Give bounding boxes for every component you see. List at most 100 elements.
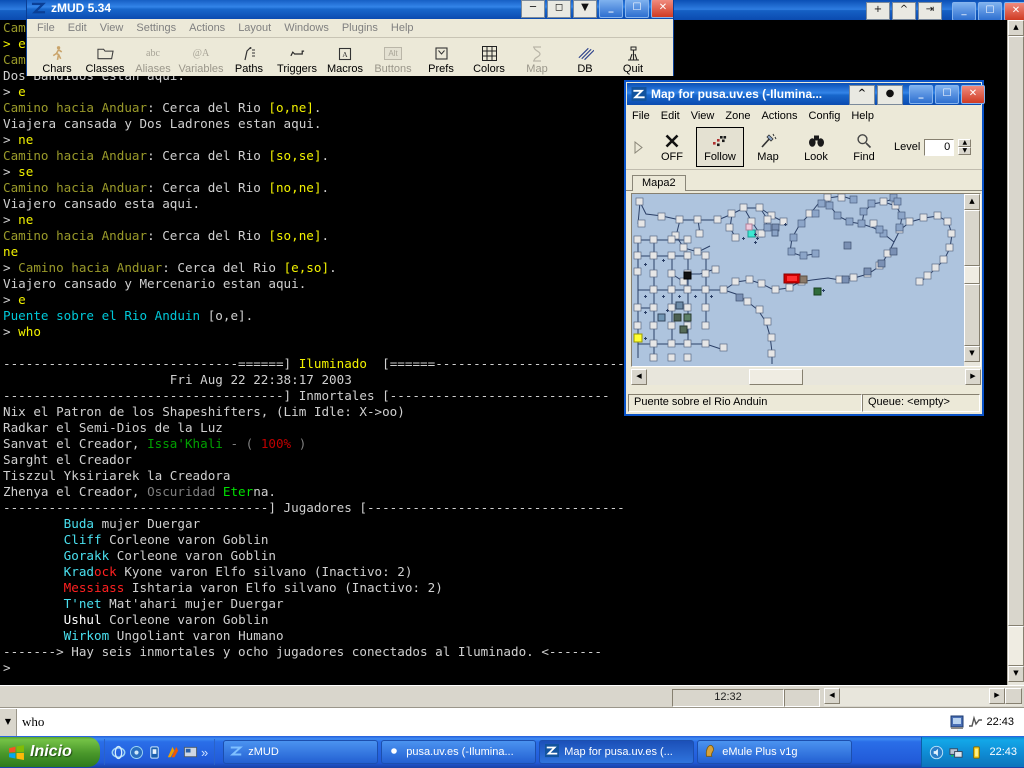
map-maximize-button[interactable]: ☐: [935, 85, 959, 104]
resize-grip[interactable]: [1005, 688, 1022, 704]
mud-line: Radkar el Semi-Dios de la Luz: [3, 420, 223, 435]
zmud-menu-help[interactable]: Help: [391, 22, 414, 34]
map-menu-file[interactable]: File: [632, 110, 650, 122]
mud-vertical-scrollbar[interactable]: ▲ ▼: [1007, 20, 1024, 685]
map-toolbar-follow-button[interactable]: Follow: [696, 127, 744, 167]
start-button[interactable]: Inicio: [0, 737, 100, 767]
maximize-button[interactable]: ☐: [978, 2, 1002, 21]
map-pin-button[interactable]: ●: [877, 85, 903, 105]
command-input[interactable]: [17, 707, 951, 737]
command-history-dropdown-icon[interactable]: ▼: [0, 708, 17, 736]
winamp-icon[interactable]: [165, 745, 180, 760]
level-spin-up-icon[interactable]: ▲: [958, 139, 972, 147]
zmud-mdi-restore-button[interactable]: ─: [521, 0, 545, 18]
map-toolbar-map-button[interactable]: Map: [744, 127, 792, 167]
zmud-toolbar-buttons-button[interactable]: Alt Buttons: [369, 40, 417, 76]
zmud-menu-edit[interactable]: Edit: [68, 22, 87, 34]
zmud-menu-view[interactable]: View: [100, 22, 124, 34]
taskbar-button[interactable]: zMUD: [223, 740, 379, 764]
battery-icon[interactable]: [969, 745, 984, 760]
map-minimize-button[interactable]: _: [909, 85, 933, 104]
ie-icon[interactable]: [111, 745, 126, 760]
scroll-left-icon[interactable]: ◀: [824, 688, 840, 704]
volume-icon[interactable]: [929, 745, 944, 760]
dot-icon: [387, 744, 401, 761]
zmud-mdi-maximize-button[interactable]: ◻: [547, 0, 571, 18]
zmud-toolbar-aliases-button[interactable]: abc Aliases: [129, 40, 177, 76]
zmud-maximize-button[interactable]: ☐: [625, 0, 649, 18]
media-icon[interactable]: [129, 745, 144, 760]
zmud-toolbar-classes-button[interactable]: Classes: [81, 40, 129, 76]
map-graph: [633, 194, 956, 364]
mud-command-row: ▼ 22:43: [0, 707, 1024, 737]
zmud-mdi-buttons: ─ ◻ ▼: [521, 0, 597, 18]
zmud-toolbar-quit-button[interactable]: Quit: [609, 40, 657, 76]
map-menu-zone[interactable]: Zone: [725, 110, 750, 122]
taskbar-button[interactable]: eMule Plus v1g: [697, 740, 853, 764]
map-scroll-up-icon[interactable]: ▲: [964, 194, 980, 210]
map-menu-actions[interactable]: Actions: [761, 110, 797, 122]
network-icon[interactable]: [949, 745, 964, 760]
zmud-menu-layout[interactable]: Layout: [238, 22, 271, 34]
map-toolbar-off-button[interactable]: OFF: [648, 127, 696, 167]
zmud-minimize-button[interactable]: _: [599, 0, 623, 18]
zmud-menu-actions[interactable]: Actions: [189, 22, 225, 34]
map-menu-config[interactable]: Config: [809, 110, 841, 122]
taskbar-button[interactable]: pusa.uv.es (-Ilumina...: [381, 740, 537, 764]
zmud-mdi-close-button[interactable]: ▼: [573, 0, 597, 18]
map-close-button[interactable]: ✕: [961, 85, 985, 104]
scroll-right-icon[interactable]: ▶: [989, 688, 1005, 704]
zmud-toolbar-colors-button[interactable]: Colors: [465, 40, 513, 76]
mdi-maximize-button[interactable]: ^: [892, 2, 916, 20]
map-toolbar-find-button[interactable]: Find: [840, 127, 888, 167]
zmud-toolbar-variables-button[interactable]: @A Variables: [177, 40, 225, 76]
map-app-icon: [631, 87, 647, 102]
zmud-toolbar-map-button[interactable]: Map: [513, 40, 561, 76]
zmud-menu-file[interactable]: File: [37, 22, 55, 34]
zmud-menu-plugins[interactable]: Plugins: [342, 22, 378, 34]
zmud-toolbar-chars-button[interactable]: Chars: [33, 40, 81, 76]
map-menu-edit[interactable]: Edit: [661, 110, 680, 122]
mud-horizontal-scrollbar[interactable]: ◀ ▶: [824, 688, 1022, 706]
zmud-toolbar-triggers-button[interactable]: Triggers: [273, 40, 321, 76]
chevrons-icon[interactable]: »: [201, 745, 208, 760]
close-button[interactable]: ✕: [1004, 2, 1024, 21]
zmud-titlebar[interactable]: zMUD 5.34 ─ ◻ ▼ _ ☐ ✕: [27, 0, 673, 19]
zmud-menu-settings[interactable]: Settings: [136, 22, 176, 34]
map-rollup-button[interactable]: ^: [849, 85, 875, 105]
zmud-close-button[interactable]: ✕: [651, 0, 673, 18]
toolbar-handle[interactable]: [628, 140, 648, 154]
wand-icon: [760, 131, 777, 151]
map-toolbar-label: Follow: [704, 150, 736, 163]
map-toolbar-look-button[interactable]: Look: [792, 127, 840, 167]
mdi-restore-button[interactable]: +: [866, 2, 890, 20]
level-spinner[interactable]: ▲ ▼: [958, 139, 972, 155]
map-scroll-left-icon[interactable]: ◀: [631, 368, 647, 385]
minimize-button[interactable]: _: [952, 2, 976, 21]
map-horizontal-scrollbar[interactable]: ◀ ▶: [631, 368, 981, 385]
mud-line: -------> Hay seis inmortales y ocho juga…: [3, 644, 602, 659]
map-titlebar[interactable]: Map for pusa.uv.es (-Ilumina... ^ ● _ ☐ …: [627, 83, 985, 105]
map-scroll-down-icon[interactable]: ▼: [964, 346, 980, 362]
zmud-menu-windows[interactable]: Windows: [284, 22, 329, 34]
level-value[interactable]: 0: [924, 138, 955, 156]
zmud-toolbar-macros-button[interactable]: A Macros: [321, 40, 369, 76]
map-menu-help[interactable]: Help: [851, 110, 874, 122]
scroll-down-icon[interactable]: ▼: [1008, 666, 1024, 682]
map-menu-view[interactable]: View: [691, 110, 715, 122]
map-canvas[interactable]: [632, 194, 964, 366]
scroll-up-icon[interactable]: ▲: [1008, 20, 1024, 36]
level-spin-down-icon[interactable]: ▼: [958, 147, 972, 155]
zmud-toolbar-db-button[interactable]: DB: [561, 40, 609, 76]
desktop-icon[interactable]: [183, 745, 198, 760]
map-vertical-scrollbar[interactable]: ▲ ▼: [964, 194, 980, 366]
map-tab-mapa2[interactable]: Mapa2: [632, 175, 686, 191]
taskbar-button[interactable]: Map for pusa.uv.es (...: [539, 740, 695, 764]
outlook-icon[interactable]: [147, 745, 162, 760]
zmud-toolbar-paths-button[interactable]: Paths: [225, 40, 273, 76]
zmud-title-text: zMUD 5.34: [51, 1, 112, 15]
map-scroll-right-icon[interactable]: ▶: [965, 368, 981, 385]
mdi-close-button[interactable]: ⇥: [918, 2, 942, 20]
zmud-toolbar-prefs-button[interactable]: Prefs: [417, 40, 465, 76]
taskbar-button-label: Map for pusa.uv.es (...: [564, 746, 673, 758]
